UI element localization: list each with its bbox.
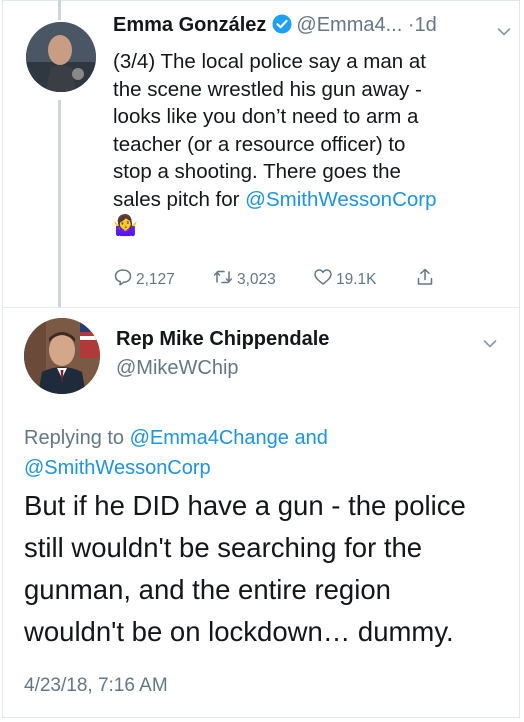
avatar-photo [24, 318, 100, 394]
author-name[interactable]: Emma González [113, 14, 266, 36]
replying-and: and [288, 427, 328, 449]
like-count: 19.1K [336, 270, 377, 288]
tweet-time[interactable]: 1d [415, 14, 437, 36]
tweet-text-line: the scene wrestled his gun away - [113, 77, 422, 101]
reply-icon [113, 267, 133, 292]
mention-link[interactable]: @SmithWessonCorp [24, 453, 494, 483]
reply-button[interactable]: 2,127 [113, 267, 175, 292]
tweet-header: Emma González @Emma4... ·1d [113, 14, 504, 44]
tweet-text: But if he DID have a gun - the police st… [24, 485, 514, 653]
verified-badge-icon [272, 14, 292, 40]
avatar-photo [26, 22, 96, 92]
emoji: 🤷‍♀️ [113, 215, 138, 237]
tweet-text-line: wouldn't be on lockdown… dummy. [24, 616, 454, 647]
author-name[interactable]: Rep Mike Chippendale [116, 328, 329, 351]
author-handle[interactable]: @Emma4... [296, 14, 402, 36]
divider [2, 307, 520, 308]
tweet-text-line: looks like you don’t need to arm a [113, 105, 419, 128]
chevron-down-icon[interactable] [483, 336, 497, 354]
mention-link[interactable]: @Emma4Change [130, 427, 289, 449]
tweet-actions: 2,127 3,023 19.1K [113, 267, 443, 295]
tweet-text-line: (3/4) The local police say a man at [113, 50, 426, 73]
tweet-text-line: still wouldn't be searching for the [24, 532, 423, 563]
share-icon [415, 267, 435, 292]
retweet-count: 3,023 [237, 270, 276, 288]
thread-connector [58, 100, 61, 308]
retweet-button[interactable]: 3,023 [212, 267, 276, 292]
like-icon [313, 267, 333, 292]
like-button[interactable]: 19.1K [313, 267, 377, 292]
avatar[interactable] [24, 318, 100, 394]
tweet-text-line: sales pitch for @SmithWessonCorp [113, 186, 503, 214]
tweet-text-line: stop a shooting. There goes the [113, 160, 401, 183]
tweet-text-line: gunman, and the entire region [24, 574, 391, 605]
retweet-icon [212, 267, 234, 292]
author-handle[interactable]: @MikeWChip [116, 357, 239, 380]
replying-to: Replying to @Emma4Change and @SmithWesso… [24, 423, 494, 483]
tweet-timestamp[interactable]: 4/23/18, 7:16 AM [24, 675, 168, 697]
replying-prefix: Replying to [24, 427, 130, 449]
tweet-text-line: But if he DID have a gun - the police [24, 490, 466, 521]
separator-dot: · [407, 14, 415, 36]
mention-link[interactable]: @SmithWessonCorp [245, 188, 436, 211]
share-button[interactable] [415, 267, 435, 292]
thread-connector [58, 0, 61, 20]
tweet-text-fragment: sales pitch for [113, 187, 246, 211]
avatar[interactable] [26, 22, 96, 92]
replying-line: Replying to @Emma4Change and [24, 423, 494, 453]
chevron-down-icon[interactable] [497, 24, 511, 42]
tweet-text-line: teacher (or a resource officer) to [113, 132, 406, 156]
reply-count: 2,127 [136, 270, 175, 288]
tweet-text: (3/4) The local police say a man at the … [113, 48, 503, 241]
